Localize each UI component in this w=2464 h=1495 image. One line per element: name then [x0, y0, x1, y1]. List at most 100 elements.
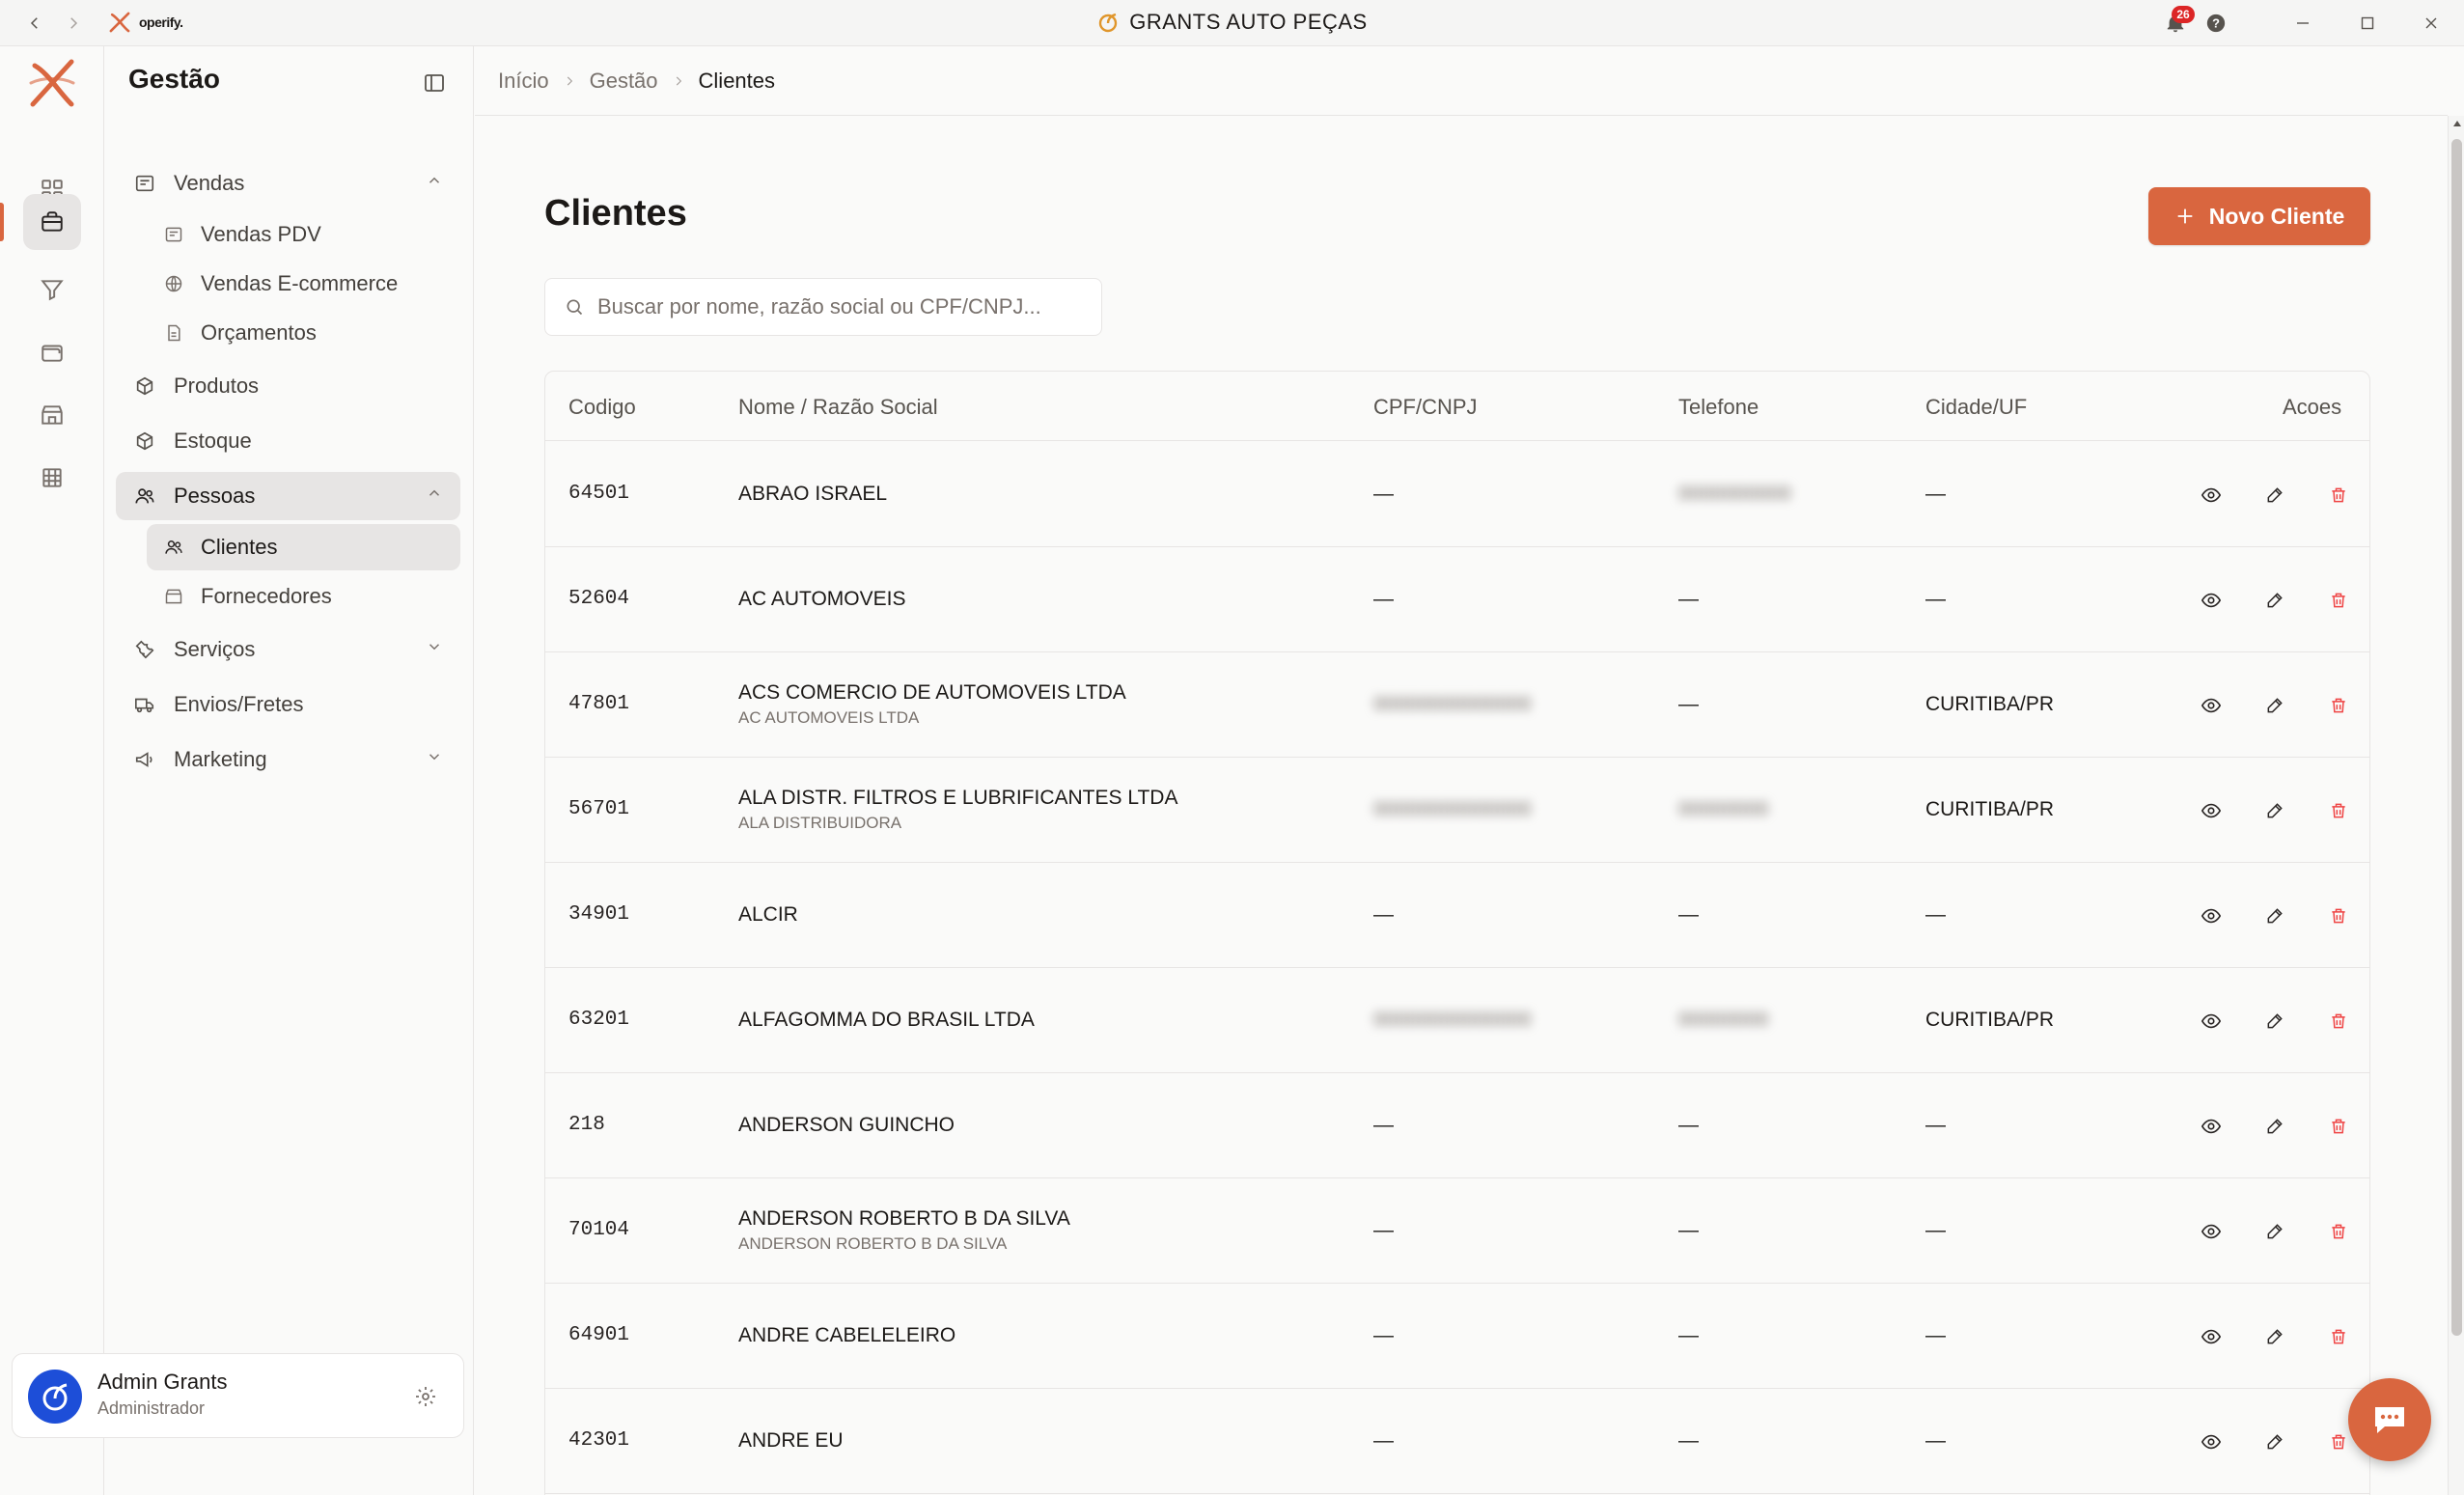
- sidebar-item-orcamentos[interactable]: Orçamentos: [147, 310, 460, 356]
- client-phone: —: [1678, 903, 1699, 926]
- table-header: Codigo Nome / Razão Social CPF/CNPJ Tele…: [545, 372, 2369, 441]
- column-header-nome[interactable]: Nome / Razão Social: [738, 395, 938, 420]
- rail-filter[interactable]: [23, 262, 81, 318]
- column-header-cpf-cnpj[interactable]: CPF/CNPJ: [1373, 395, 1478, 420]
- forward-arrow-icon[interactable]: [60, 10, 87, 37]
- notifications-bell-icon[interactable]: 26: [2160, 6, 2195, 39]
- table-row[interactable]: 34901 ALCIR — — —: [545, 863, 2369, 968]
- view-eye-icon[interactable]: [2196, 480, 2227, 511]
- table-row[interactable]: 218 ANDERSON GUINCHO — — —: [545, 1073, 2369, 1178]
- view-eye-icon[interactable]: [2196, 900, 2227, 931]
- edit-pencil-icon[interactable]: [2259, 585, 2290, 616]
- edit-pencil-icon[interactable]: [2259, 795, 2290, 826]
- breadcrumb-link-inicio[interactable]: Início: [498, 69, 549, 94]
- view-eye-icon[interactable]: [2196, 1111, 2227, 1142]
- table-row[interactable]: 64501 ABRAO ISRAEL — 0000000000 —: [545, 442, 2369, 547]
- delete-trash-icon[interactable]: [2323, 1321, 2354, 1352]
- client-document: 00000000000000: [1373, 693, 1532, 715]
- sidebar-item-label: Vendas: [174, 171, 245, 195]
- view-eye-icon[interactable]: [2196, 795, 2227, 826]
- sidebar-item-envios[interactable]: Envios/Fretes: [116, 680, 460, 729]
- table-row[interactable]: 52604 AC AUTOMOVEIS — — —: [545, 547, 2369, 652]
- column-header-codigo[interactable]: Codigo: [568, 395, 636, 420]
- view-eye-icon[interactable]: [2196, 585, 2227, 616]
- edit-pencil-icon[interactable]: [2259, 900, 2290, 931]
- operify-logo-icon[interactable]: [23, 54, 81, 112]
- table-row[interactable]: 70104 ANDERSON ROBERTO B DA SILVA ANDERSON…: [545, 1178, 2369, 1284]
- edit-pencil-icon[interactable]: [2259, 480, 2290, 511]
- search-field[interactable]: [544, 278, 1102, 336]
- column-header-cidade-uf[interactable]: Cidade/UF: [1925, 395, 2027, 420]
- edit-pencil-icon[interactable]: [2259, 690, 2290, 721]
- edit-pencil-icon[interactable]: [2259, 1111, 2290, 1142]
- sidebar-toggle-button[interactable]: [415, 64, 454, 102]
- client-phone: —: [1678, 588, 1699, 610]
- rail-gestao[interactable]: [23, 194, 81, 250]
- sidebar-item-produtos[interactable]: Produtos: [116, 362, 460, 410]
- client-trade-name: ALA DISTRIBUIDORA: [738, 814, 902, 832]
- delete-trash-icon[interactable]: [2323, 1216, 2354, 1247]
- edit-pencil-icon[interactable]: [2259, 1321, 2290, 1352]
- new-client-button-label: Novo Cliente: [2208, 203, 2345, 229]
- edit-pencil-icon[interactable]: [2259, 1216, 2290, 1247]
- sidebar-item-estoque[interactable]: Estoque: [116, 417, 460, 465]
- delete-trash-icon[interactable]: [2323, 1006, 2354, 1037]
- client-city: —: [1925, 588, 1946, 610]
- sidebar-item-fornecedores[interactable]: Fornecedores: [147, 573, 460, 620]
- client-code: 47801: [568, 693, 630, 715]
- chevron-right-icon: [563, 74, 576, 88]
- client-name: ACS COMERCIO DE AUTOMOVEIS LTDA: [738, 681, 1126, 704]
- back-arrow-icon[interactable]: [21, 10, 48, 37]
- scroll-up-arrow-icon[interactable]: [2452, 120, 2462, 127]
- sidebar-item-label: Produtos: [174, 374, 260, 398]
- delete-trash-icon[interactable]: [2323, 1111, 2354, 1142]
- table-row[interactable]: 64901 ANDRE CABELELEIRO — — —: [545, 1284, 2369, 1389]
- view-eye-icon[interactable]: [2196, 690, 2227, 721]
- delete-trash-icon[interactable]: [2323, 480, 2354, 511]
- sidebar-item-marketing[interactable]: Marketing: [116, 735, 460, 784]
- view-eye-icon[interactable]: [2196, 1216, 2227, 1247]
- minimize-window-icon[interactable]: [2287, 8, 2318, 39]
- rail-wallet[interactable]: [23, 324, 81, 380]
- chat-button[interactable]: [2348, 1378, 2431, 1461]
- search-input[interactable]: [597, 294, 1080, 319]
- delete-trash-icon[interactable]: [2323, 795, 2354, 826]
- client-phone: —: [1678, 1219, 1699, 1241]
- breadcrumb-link-gestao[interactable]: Gestão: [590, 69, 658, 94]
- help-icon[interactable]: ?: [2201, 8, 2231, 39]
- app-logo: operify.: [106, 10, 183, 35]
- user-card[interactable]: Admin Grants Administrador: [12, 1353, 464, 1438]
- table-row[interactable]: 63201 ALFAGOMMA DO BRASIL LTDA 00000000000…: [545, 968, 2369, 1073]
- scrollbar-thumb[interactable]: [2451, 139, 2462, 1336]
- sidebar-item-pessoas[interactable]: Pessoas: [116, 472, 460, 520]
- view-eye-icon[interactable]: [2196, 1426, 2227, 1457]
- sidebar-item-vendas-ecommerce[interactable]: Vendas E-commerce: [147, 261, 460, 307]
- view-eye-icon[interactable]: [2196, 1321, 2227, 1352]
- scrollbar[interactable]: [2448, 116, 2464, 1495]
- sidebar-item-clientes[interactable]: Clientes: [147, 524, 460, 570]
- client-name: ALCIR: [738, 903, 798, 926]
- delete-trash-icon[interactable]: [2323, 690, 2354, 721]
- sidebar-item-label: Estoque: [174, 429, 252, 453]
- clients-table: Codigo Nome / Razão Social CPF/CNPJ Tele…: [544, 371, 2370, 1495]
- sidebar-item-vendas[interactable]: Vendas: [116, 159, 460, 208]
- client-document: —: [1373, 1324, 1394, 1346]
- column-header-telefone[interactable]: Telefone: [1678, 395, 1758, 420]
- close-window-icon[interactable]: [2416, 8, 2447, 39]
- delete-trash-icon[interactable]: [2323, 585, 2354, 616]
- table-row[interactable]: 42301 ANDRE EU — — —: [545, 1389, 2369, 1494]
- client-city: CURITIBA/PR: [1925, 1009, 2055, 1031]
- edit-pencil-icon[interactable]: [2259, 1006, 2290, 1037]
- sidebar-item-vendas-pdv[interactable]: Vendas PDV: [147, 211, 460, 258]
- rail-store[interactable]: [23, 387, 81, 443]
- maximize-window-icon[interactable]: [2352, 8, 2383, 39]
- table-row[interactable]: 56701 ALA DISTR. FILTROS E LUBRIFICANTES …: [545, 758, 2369, 863]
- edit-pencil-icon[interactable]: [2259, 1426, 2290, 1457]
- settings-gear-icon[interactable]: [410, 1381, 441, 1412]
- sidebar-item-servicos[interactable]: Serviços: [116, 625, 460, 674]
- new-client-button[interactable]: Novo Cliente: [2148, 187, 2370, 245]
- view-eye-icon[interactable]: [2196, 1006, 2227, 1037]
- rail-building[interactable]: [23, 450, 81, 506]
- table-row[interactable]: 47801 ACS COMERCIO DE AUTOMOVEIS LTDA AC A…: [545, 652, 2369, 758]
- delete-trash-icon[interactable]: [2323, 900, 2354, 931]
